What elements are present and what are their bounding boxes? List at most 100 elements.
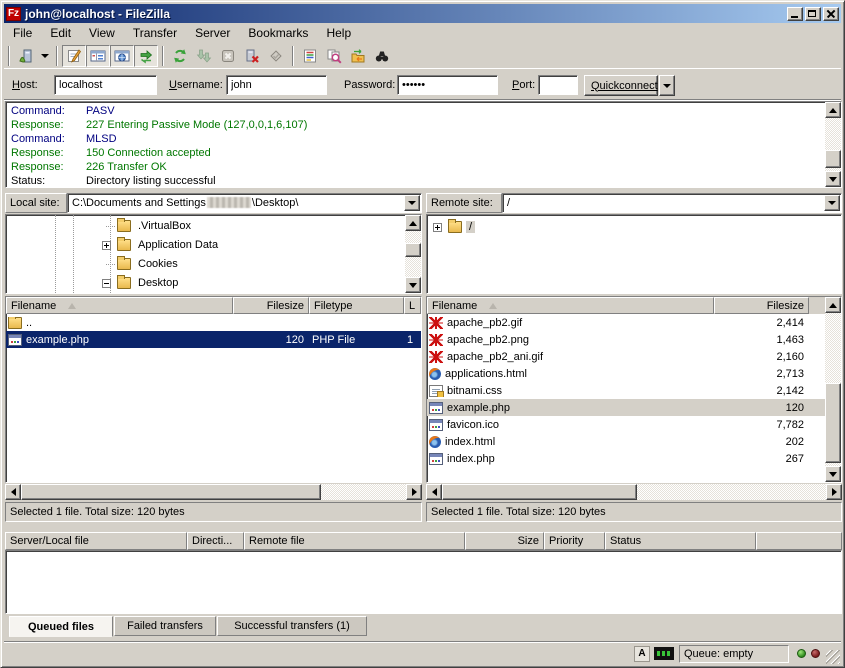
file-row-example-php[interactable]: example.php 120	[427, 399, 825, 416]
scroll-thumb[interactable]	[825, 150, 841, 168]
menu-help[interactable]: Help	[317, 24, 360, 42]
tab-queued-files[interactable]: Queued files	[9, 616, 113, 637]
data-type-indicator-icon[interactable]: A	[634, 646, 650, 662]
scroll-thumb[interactable]	[21, 484, 321, 500]
file-row[interactable]: favicon.ico 7,782	[427, 416, 841, 433]
quickconnect-dropdown[interactable]	[659, 75, 675, 96]
scroll-down-button[interactable]	[405, 277, 421, 293]
directory-comparison-button[interactable]	[322, 45, 346, 67]
scroll-up-button[interactable]	[825, 297, 841, 313]
column-header-server-local-file[interactable]: Server/Local file	[5, 532, 187, 550]
remote-horizontal-scrollbar[interactable]	[426, 484, 842, 500]
toggle-queue-button[interactable]	[134, 45, 158, 67]
expand-icon[interactable]	[433, 223, 442, 232]
column-header-last-modified[interactable]: L	[404, 297, 421, 314]
menu-bookmarks[interactable]: Bookmarks	[239, 24, 317, 42]
username-input[interactable]	[226, 75, 327, 95]
local-selection-status: Selected 1 file. Total size: 120 bytes	[5, 502, 422, 522]
column-header-filename[interactable]: Filename	[427, 297, 714, 314]
cancel-button[interactable]	[216, 45, 240, 67]
filter-button[interactable]	[298, 45, 322, 67]
process-queue-button[interactable]	[192, 45, 216, 67]
file-row[interactable]: index.html 202	[427, 433, 841, 450]
scroll-right-button[interactable]	[406, 484, 422, 500]
file-row[interactable]: bitnami.css 2,142	[427, 382, 841, 399]
scroll-down-button[interactable]	[825, 171, 841, 187]
maximize-button[interactable]	[805, 7, 821, 21]
scroll-down-button[interactable]	[825, 466, 841, 482]
receive-activity-led	[797, 649, 806, 658]
queue-list[interactable]	[5, 550, 842, 614]
file-row[interactable]: apache_pb2_ani.gif 2,160	[427, 348, 841, 365]
host-input[interactable]	[54, 75, 157, 95]
tree-item-application-data[interactable]: Application Data	[102, 236, 221, 254]
minimize-icon	[791, 16, 798, 18]
scroll-thumb[interactable]	[405, 243, 421, 257]
scroll-left-button[interactable]	[426, 484, 442, 500]
menu-server[interactable]: Server	[186, 24, 239, 42]
file-row[interactable]: apache_pb2.png 1,463	[427, 331, 841, 348]
site-manager-dropdown[interactable]	[38, 45, 52, 67]
file-row[interactable]: applications.html 2,713	[427, 365, 841, 382]
column-header-size[interactable]: Size	[465, 532, 544, 550]
encryption-status-icon[interactable]	[654, 647, 674, 660]
scroll-up-button[interactable]	[825, 102, 841, 118]
toggle-message-log-button[interactable]	[62, 45, 86, 67]
remote-site-combo[interactable]: /	[502, 193, 842, 213]
minimize-button[interactable]	[787, 7, 803, 21]
collapse-icon[interactable]	[102, 279, 111, 288]
password-input[interactable]	[397, 75, 498, 95]
menu-edit[interactable]: Edit	[41, 24, 80, 42]
menu-view[interactable]: View	[80, 24, 124, 42]
column-header-status[interactable]: Status	[605, 532, 756, 550]
file-row[interactable]: apache_pb2.gif 2,414	[427, 314, 841, 331]
column-header-filesize[interactable]: Filesize	[714, 297, 809, 314]
column-header-direction[interactable]: Directi...	[187, 532, 244, 550]
scroll-up-button[interactable]	[405, 215, 421, 231]
local-horizontal-scrollbar[interactable]	[5, 484, 422, 500]
menu-file[interactable]: File	[4, 24, 41, 42]
remote-list-header: Filename Filesize	[427, 297, 841, 314]
port-input[interactable]	[538, 75, 578, 95]
log-scrollbar[interactable]	[825, 102, 841, 187]
menu-transfer[interactable]: Transfer	[124, 24, 186, 42]
disconnect-button[interactable]	[240, 45, 264, 67]
expand-icon[interactable]	[102, 241, 111, 250]
toggle-remote-tree-button[interactable]	[110, 45, 134, 67]
column-header-filename[interactable]: Filename	[6, 297, 233, 314]
remote-list-scrollbar[interactable]	[825, 297, 841, 482]
synchronized-browsing-button[interactable]	[346, 45, 370, 67]
message-log: Command:PASV Response:227 Entering Passi…	[5, 101, 842, 188]
dropdown-arrow-icon	[41, 54, 49, 58]
resize-grip[interactable]	[826, 650, 840, 664]
file-row-parent-dir[interactable]: ..	[6, 314, 421, 331]
scroll-left-button[interactable]	[5, 484, 21, 500]
tree-item-root[interactable]: /	[433, 218, 475, 236]
local-site-dropdown[interactable]	[404, 195, 420, 211]
find-files-button[interactable]	[370, 45, 394, 67]
local-site-combo[interactable]: C:\Documents and Settings\Desktop\	[67, 193, 422, 213]
quickconnect-button[interactable]: Quickconnect	[584, 75, 658, 96]
site-manager-button[interactable]	[14, 45, 38, 67]
toggle-local-tree-button[interactable]	[86, 45, 110, 67]
scroll-thumb[interactable]	[442, 484, 637, 500]
tab-successful-transfers[interactable]: Successful transfers (1)	[217, 616, 367, 636]
scroll-right-button[interactable]	[826, 484, 842, 500]
column-header-filesize[interactable]: Filesize	[233, 297, 309, 314]
reconnect-button[interactable]	[264, 45, 288, 67]
tree-item-virtualbox[interactable]: .VirtualBox	[106, 217, 194, 235]
remote-site-dropdown[interactable]	[824, 195, 840, 211]
apache-file-icon	[429, 351, 443, 363]
refresh-button[interactable]	[168, 45, 192, 67]
scroll-thumb[interactable]	[825, 383, 841, 463]
tree-item-cookies[interactable]: Cookies	[106, 255, 181, 273]
column-header-remote-file[interactable]: Remote file	[244, 532, 465, 550]
column-header-filetype[interactable]: Filetype	[309, 297, 404, 314]
tree-item-desktop[interactable]: Desktop	[102, 274, 181, 292]
local-tree-scrollbar[interactable]	[405, 215, 421, 293]
close-button[interactable]	[823, 7, 839, 21]
file-row[interactable]: index.php 267	[427, 450, 841, 467]
tab-failed-transfers[interactable]: Failed transfers	[114, 616, 216, 636]
column-header-priority[interactable]: Priority	[544, 532, 605, 550]
file-row-example-php[interactable]: example.php 120 PHP File 1	[6, 331, 421, 348]
